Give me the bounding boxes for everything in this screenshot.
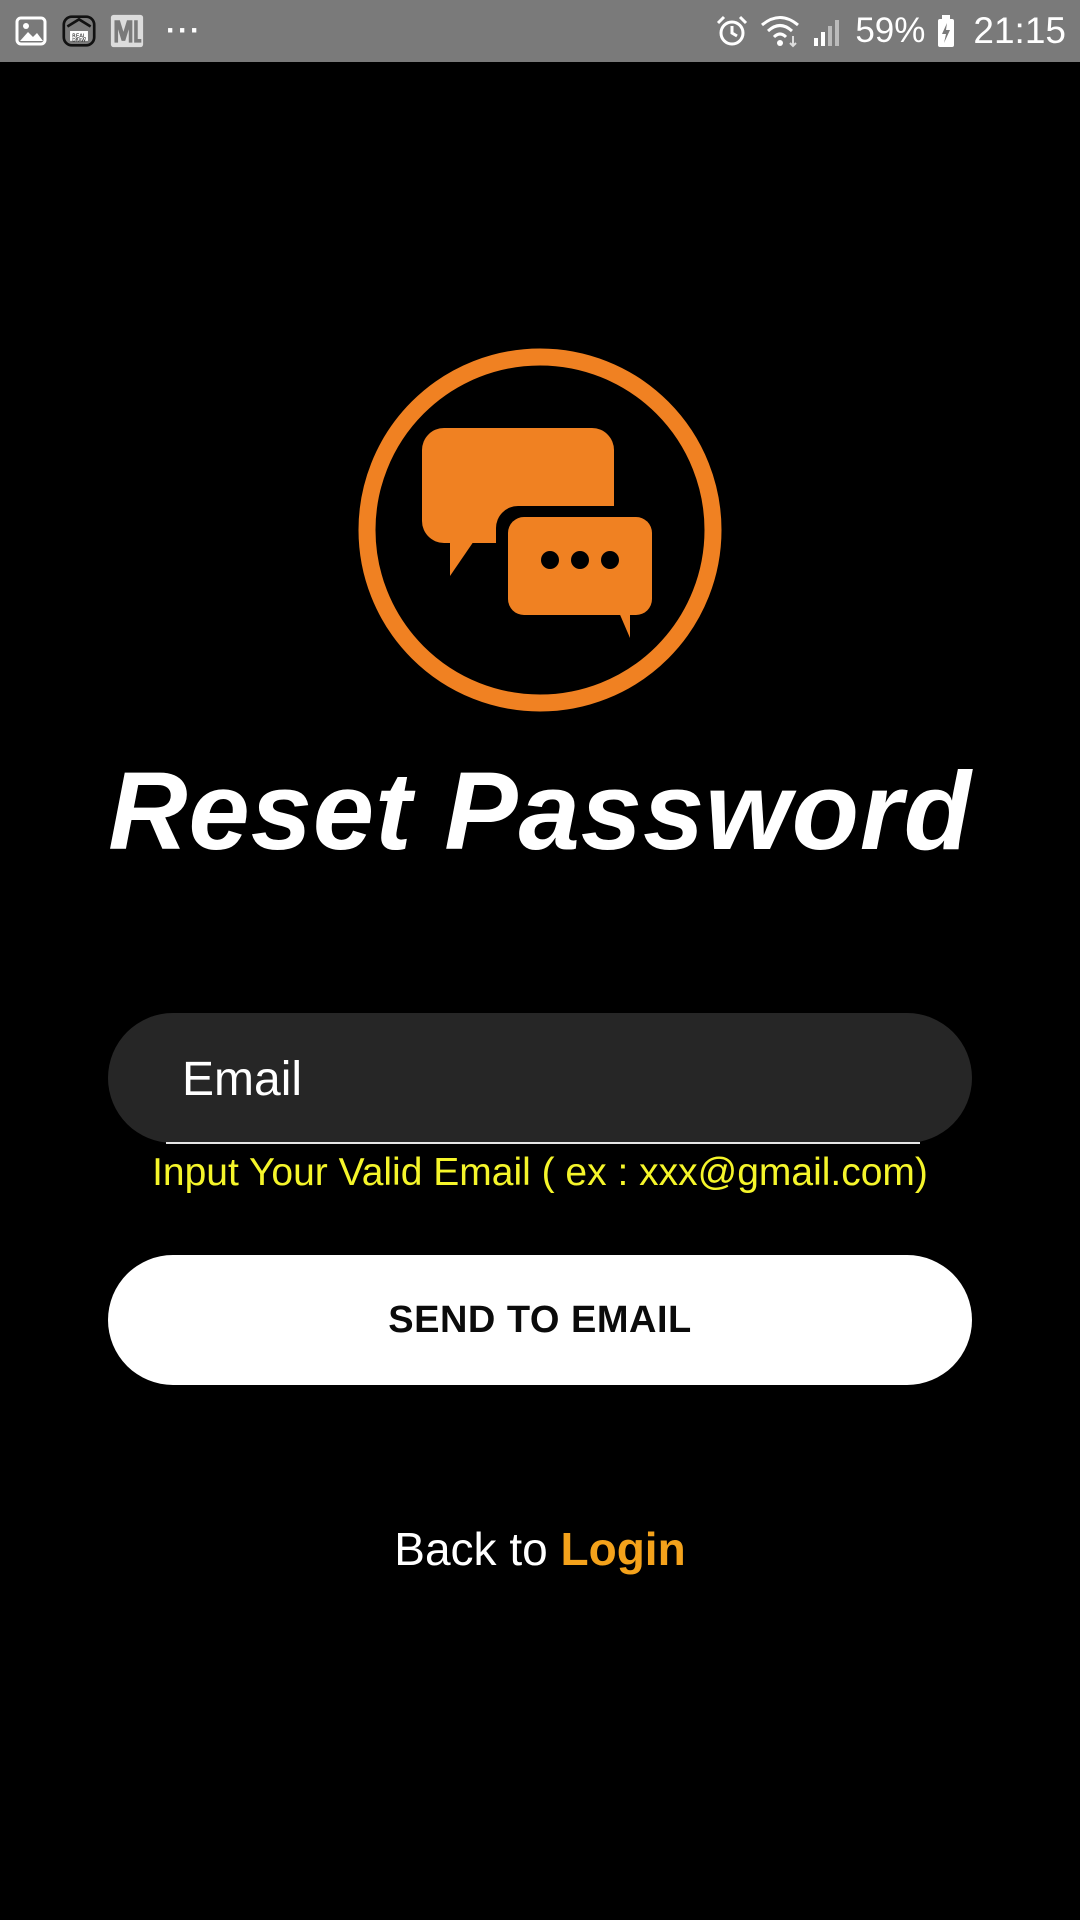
gallery-icon bbox=[14, 14, 48, 48]
back-to-label: Back to bbox=[394, 1523, 561, 1575]
status-bar-left: REAL DRAW ··· bbox=[14, 12, 202, 50]
alarm-icon bbox=[715, 14, 749, 48]
send-to-email-button[interactable]: SEND TO EMAIL bbox=[108, 1255, 972, 1385]
wifi-icon bbox=[759, 14, 801, 48]
battery-percent: 59% bbox=[855, 11, 926, 50]
email-input[interactable] bbox=[180, 1013, 904, 1145]
page-title: Reset Password bbox=[108, 750, 972, 873]
email-field-container bbox=[108, 1013, 972, 1145]
reset-password-screen: REAL DRAW ··· 59% 21:15 Reset Password E… bbox=[0, 0, 1080, 1920]
more-notifications-indicator: ··· bbox=[166, 14, 202, 47]
clock: 21:15 bbox=[973, 10, 1066, 51]
login-link[interactable]: Login bbox=[561, 1523, 686, 1575]
back-to-login-row: Back to Login bbox=[0, 1522, 1080, 1576]
svg-text:DRAW: DRAW bbox=[72, 38, 86, 44]
realdraw-icon: REAL DRAW bbox=[62, 14, 96, 48]
status-bar-right: 59% 21:15 bbox=[715, 10, 1066, 52]
chat-logo-icon bbox=[358, 348, 722, 712]
signal-icon bbox=[811, 14, 845, 48]
email-helper-text: Input Your Valid Email ( ex : xxx@gmail.… bbox=[152, 1151, 928, 1194]
email-underline bbox=[166, 1142, 920, 1144]
status-bar: REAL DRAW ··· 59% 21:15 bbox=[0, 0, 1080, 62]
battery-charging-icon bbox=[935, 14, 957, 48]
ml-icon bbox=[110, 14, 144, 48]
